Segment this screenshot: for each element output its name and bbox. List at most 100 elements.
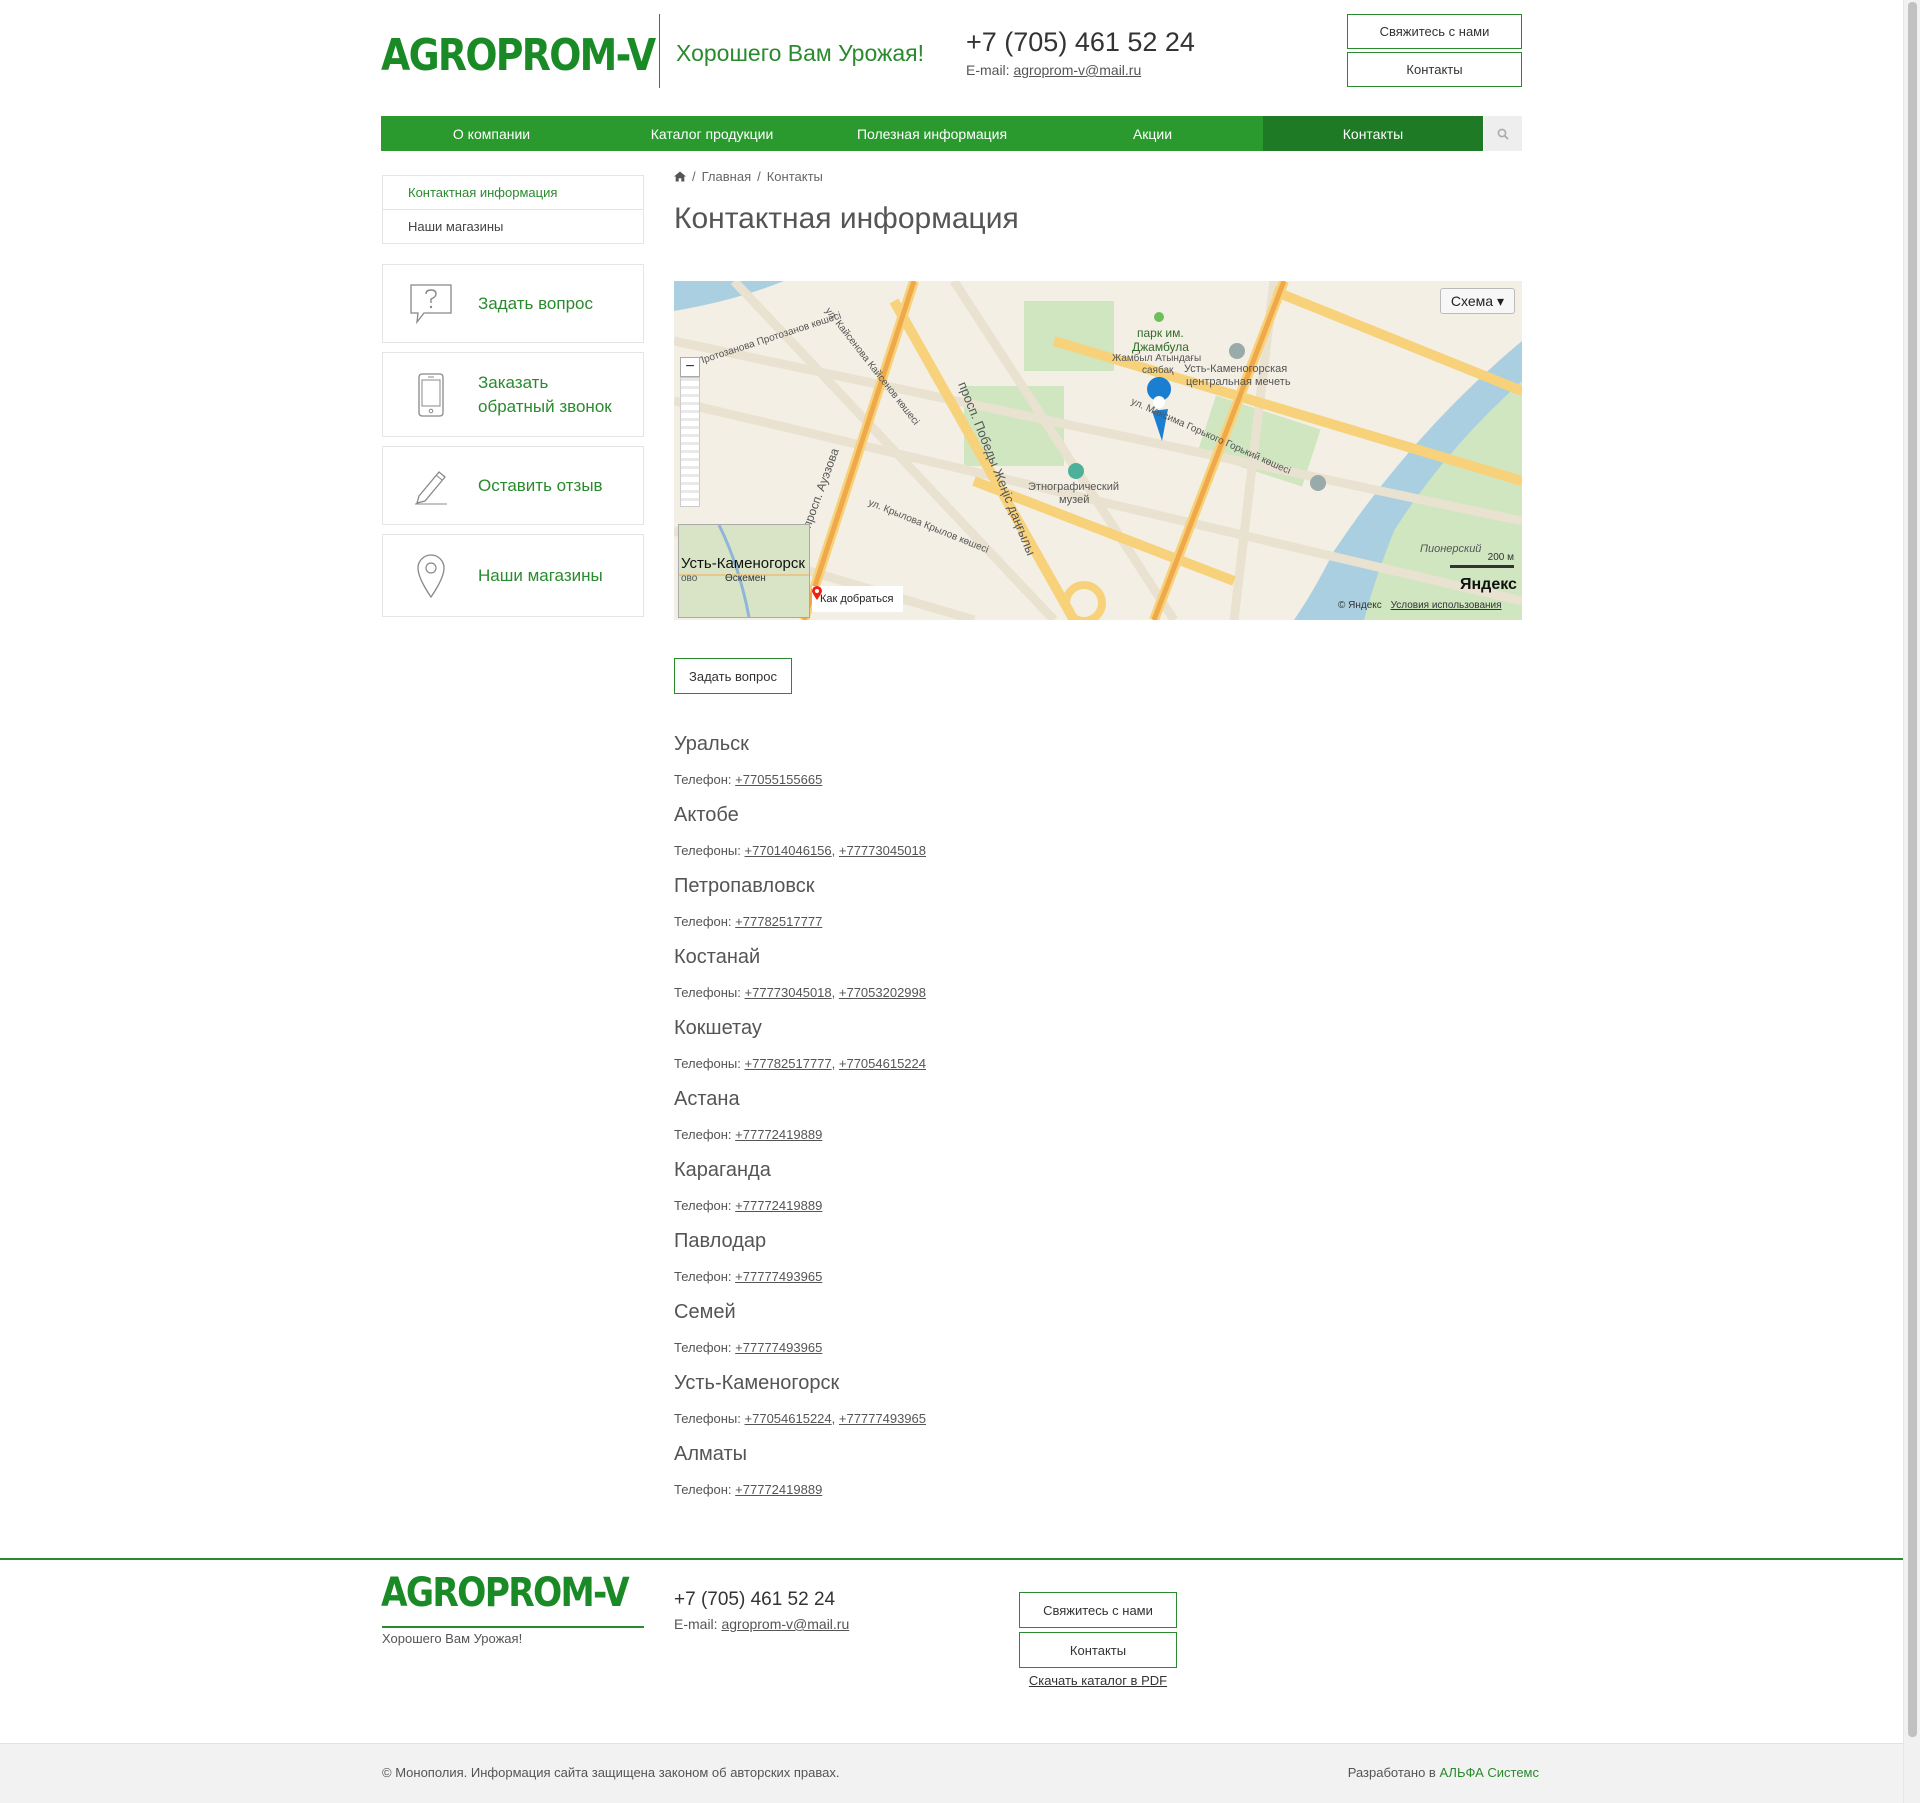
page — [0, 0, 1903, 1803]
phone-link[interactable]: +77055155665 — [735, 772, 822, 787]
zoom-slider[interactable] — [680, 377, 700, 507]
phone-link[interactable]: +77773045018 — [839, 843, 926, 858]
ask-question-button[interactable]: Задать вопрос — [674, 658, 792, 694]
yandex-logo[interactable]: Яндекс — [1460, 576, 1517, 594]
breadcrumb-separator: / — [692, 169, 696, 184]
map-label-park4: саябақ — [1142, 365, 1174, 376]
footer-contact-us-button[interactable]: Свяжитесь с нами — [1019, 1592, 1177, 1628]
phone-link[interactable]: +77054615224 — [745, 1411, 832, 1426]
city-phones: Телефоны: +77054615224, +77777493965 — [674, 1411, 926, 1426]
phone-label: Телефон: — [674, 772, 732, 787]
map-copyright-text: © Яндекс — [1338, 600, 1382, 611]
city-name: Алматы — [674, 1443, 747, 1465]
header-email-line: E-mail: agroprom-v@mail.ru — [966, 62, 1141, 78]
nav-item-catalog[interactable]: Каталог продукции — [602, 116, 822, 151]
city-phones: Телефоны: +77773045018, +77053202998 — [674, 985, 926, 1000]
bottom-bar — [0, 1743, 1903, 1803]
phone-label: Телефоны: — [674, 985, 741, 1000]
city-name: Павлодар — [674, 1230, 767, 1252]
breadcrumb-home[interactable]: Главная — [702, 169, 751, 184]
map-scale-bar — [1450, 565, 1514, 568]
map-zoom-control[interactable]: − — [680, 357, 700, 527]
map-type-button[interactable]: Схема ▾ — [1439, 288, 1515, 314]
phone-link[interactable]: +77772419889 — [735, 1482, 822, 1497]
nav-item-about[interactable]: О компании — [381, 116, 602, 151]
route-button-label: Как добраться — [820, 593, 894, 605]
phone-icon — [383, 372, 478, 418]
footer-slogan: Хорошего Вам Урожая! — [382, 1631, 523, 1646]
nav-item-promotions[interactable]: Акции — [1042, 116, 1263, 151]
footer-email-link[interactable]: agroprom-v@mail.ru — [721, 1616, 849, 1632]
header-contacts-button[interactable]: Контакты — [1347, 52, 1522, 87]
map-label-park2: Джамбула — [1132, 340, 1189, 354]
download-pdf-link[interactable]: Скачать каталог в PDF — [1019, 1673, 1177, 1688]
footer-contacts-button[interactable]: Контакты — [1019, 1632, 1177, 1668]
city-phones: Телефоны: +77014046156, +77773045018 — [674, 843, 926, 858]
map-terms-link[interactable]: Условия использования — [1391, 600, 1502, 611]
phone-link[interactable]: +77014046156 — [745, 843, 832, 858]
ask-question-card[interactable]: Задать вопрос — [382, 264, 644, 343]
phone-link[interactable]: +77782517777 — [735, 914, 822, 929]
nav-item-contacts[interactable]: Контакты — [1263, 116, 1483, 151]
callback-label-line2: обратный звонок — [478, 396, 612, 416]
sidebar-item-our-stores[interactable]: Наши магазины — [382, 210, 644, 244]
nav-item-useful-info[interactable]: Полезная информация — [822, 116, 1042, 151]
city-phones: Телефон: +77777493965 — [674, 1269, 822, 1284]
footer-logo-underline — [382, 1626, 644, 1628]
home-icon[interactable] — [674, 171, 686, 182]
city-phones: Телефоны: +77782517777, +77054615224 — [674, 1056, 926, 1071]
sidebar-item-contact-info[interactable]: Контактная информация — [382, 176, 644, 210]
leave-review-label: Оставить отзыв — [478, 475, 603, 495]
city-phones: Телефон: +77777493965 — [674, 1340, 822, 1355]
phone-link[interactable]: +77773045018 — [745, 985, 832, 1000]
map-label-mosque1: Усть-Каменогорская — [1184, 363, 1288, 375]
header-phone[interactable]: +7 (705) 461 52 24 — [966, 27, 1195, 58]
phone-link[interactable]: +77777493965 — [735, 1269, 822, 1284]
page-title: Контактная информация — [674, 202, 1019, 235]
header-email-link[interactable]: agroprom-v@mail.ru — [1013, 62, 1141, 78]
search-button[interactable] — [1484, 116, 1522, 151]
copyright-text: © Монополия. Информация сайта защищена з… — [382, 1765, 840, 1780]
city-name: Костанай — [674, 946, 761, 968]
footer-email-label: E-mail: — [674, 1616, 718, 1632]
phone-link[interactable]: +77772419889 — [735, 1198, 822, 1213]
callback-label: Заказать обратный звонок — [478, 371, 612, 419]
phone-label: Телефоны: — [674, 1411, 741, 1426]
minimap-left-label: ово — [681, 573, 698, 584]
city-phones: Телефон: +77772419889 — [674, 1482, 822, 1497]
city-name: Уральск — [674, 733, 749, 755]
our-stores-card[interactable]: Наши магазины — [382, 534, 644, 617]
search-icon — [1497, 128, 1509, 140]
route-button[interactable]: Как добраться — [812, 586, 904, 612]
callback-card[interactable]: Заказать обратный звонок — [382, 352, 644, 437]
phone-link[interactable]: +77772419889 — [735, 1127, 822, 1142]
phone-link[interactable]: +77053202998 — [839, 985, 926, 1000]
city-name: Актобе — [674, 804, 739, 826]
city-phones: Телефон: +77055155665 — [674, 772, 822, 787]
city-phones: Телефон: +77782517777 — [674, 914, 822, 929]
phone-link[interactable]: +77782517777 — [745, 1056, 832, 1071]
yandex-map[interactable]: парк им. Джамбула Жамбыл Атындағы саябақ… — [674, 281, 1522, 620]
phone-link[interactable]: +77777493965 — [735, 1340, 822, 1355]
map-pin-icon — [383, 553, 478, 599]
footer-top-line — [0, 1558, 1903, 1560]
leave-review-card[interactable]: Оставить отзыв — [382, 446, 644, 525]
developer-link[interactable]: АЛЬФА Системс — [1439, 1765, 1539, 1780]
phone-link[interactable]: +77777493965 — [839, 1411, 926, 1426]
zoom-out-button[interactable]: − — [680, 357, 700, 377]
scrollbar-thumb[interactable] — [1908, 2, 1917, 1737]
site-logo[interactable]: AGROPROM-V — [381, 30, 656, 81]
header-contact-us-button[interactable]: Свяжитесь с нами — [1347, 14, 1522, 49]
minimap-city: Усть-Каменогорск — [681, 555, 805, 572]
header-divider — [659, 14, 660, 88]
footer-phone[interactable]: +7 (705) 461 52 24 — [674, 1589, 835, 1611]
ask-question-label: Задать вопрос — [478, 293, 593, 313]
footer-logo[interactable]: AGROPROM-V — [381, 1570, 630, 1616]
phone-link[interactable]: +77054615224 — [839, 1056, 926, 1071]
map-scale: 200 м — [1450, 552, 1514, 568]
map-minimap[interactable]: Усть-Каменогорск Өскемен ово — [678, 524, 810, 618]
page-scrollbar[interactable] — [1903, 0, 1920, 1803]
phone-label: Телефон: — [674, 1340, 732, 1355]
pencil-icon — [383, 466, 478, 506]
developer-label: Разработано в — [1347, 1765, 1436, 1780]
